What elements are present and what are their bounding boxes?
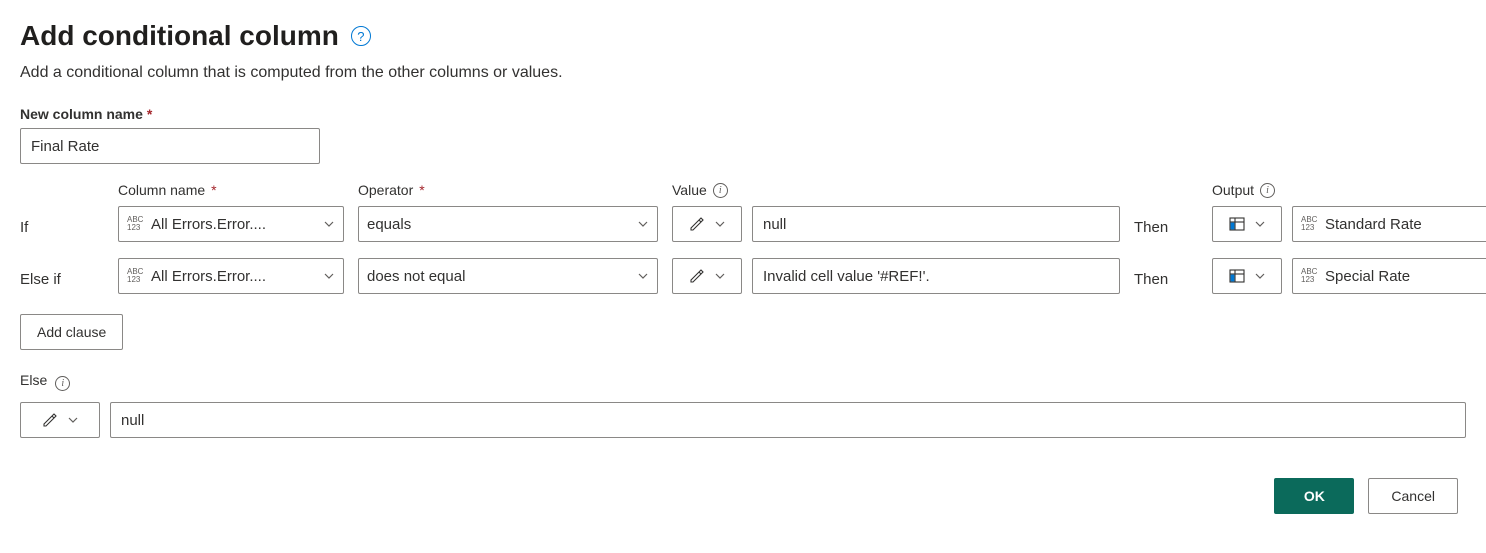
header-operator-text: Operator xyxy=(358,182,413,198)
abc123-icon: ABC123 xyxy=(127,216,145,232)
pencil-icon xyxy=(688,215,706,233)
header-output-text: Output xyxy=(1212,182,1254,198)
output-column-dropdown[interactable]: ABC123 Standard Rate xyxy=(1292,206,1486,242)
value-cell xyxy=(672,258,1120,294)
new-column-label-text: New column name xyxy=(20,106,143,122)
dialog-subtitle: Add a conditional column that is compute… xyxy=(20,64,1466,82)
operator-value: does not equal xyxy=(367,268,631,285)
then-label: Then xyxy=(1134,265,1198,288)
add-clause-button[interactable]: Add clause xyxy=(20,314,123,350)
new-column-input[interactable] xyxy=(20,128,320,164)
required-asterisk: * xyxy=(211,182,216,198)
operator-dropdown[interactable]: does not equal xyxy=(358,258,658,294)
chevron-down-icon xyxy=(1254,218,1266,230)
info-icon[interactable]: i xyxy=(1260,183,1275,198)
cancel-button[interactable]: Cancel xyxy=(1368,478,1458,514)
dialog-footer: OK Cancel xyxy=(20,478,1466,514)
value-cell xyxy=(672,206,1120,242)
else-type-picker[interactable] xyxy=(20,402,100,438)
abc123-icon: ABC123 xyxy=(127,268,145,284)
dialog-header: Add conditional column ? xyxy=(20,20,1466,52)
else-section: Else i xyxy=(20,372,1466,438)
abc123-icon: ABC123 xyxy=(1301,216,1319,232)
value-input[interactable] xyxy=(752,258,1120,294)
column-name-dropdown[interactable]: ABC123 All Errors.Error.... xyxy=(118,258,344,294)
pencil-icon xyxy=(41,411,59,429)
chevron-down-icon xyxy=(1254,270,1266,282)
chevron-down-icon xyxy=(323,218,335,230)
column-name-value: All Errors.Error.... xyxy=(151,216,317,233)
operator-dropdown[interactable]: equals xyxy=(358,206,658,242)
ok-button[interactable]: OK xyxy=(1274,478,1354,514)
column-select-icon xyxy=(1228,215,1246,233)
new-column-label: New column name * xyxy=(20,106,1466,122)
column-name-value: All Errors.Error.... xyxy=(151,268,317,285)
else-label: Else xyxy=(20,372,47,388)
chevron-down-icon xyxy=(637,218,649,230)
required-asterisk: * xyxy=(147,106,152,122)
required-asterisk: * xyxy=(419,182,424,198)
value-type-picker[interactable] xyxy=(672,258,742,294)
output-cell: ABC123 Standard Rate xyxy=(1212,206,1486,242)
output-type-picker[interactable] xyxy=(1212,206,1282,242)
new-column-field: New column name * xyxy=(20,106,1466,164)
operator-value: equals xyxy=(367,216,631,233)
clause-keyword: Else if xyxy=(20,265,104,288)
header-value: Value i xyxy=(672,182,1120,198)
abc123-icon: ABC123 xyxy=(1301,268,1319,284)
output-value: Special Rate xyxy=(1325,268,1486,285)
value-type-picker[interactable] xyxy=(672,206,742,242)
value-input[interactable] xyxy=(752,206,1120,242)
chevron-down-icon xyxy=(714,270,726,282)
info-icon[interactable]: i xyxy=(55,376,70,391)
header-operator: Operator * xyxy=(358,182,658,198)
info-icon[interactable]: i xyxy=(713,183,728,198)
header-column-name: Column name * xyxy=(118,182,344,198)
then-label: Then xyxy=(1134,213,1198,236)
dialog-title: Add conditional column xyxy=(20,20,339,52)
column-name-dropdown[interactable]: ABC123 All Errors.Error.... xyxy=(118,206,344,242)
chevron-down-icon xyxy=(323,270,335,282)
clause-keyword: If xyxy=(20,213,104,236)
output-cell: ABC123 Special Rate xyxy=(1212,258,1486,294)
output-column-dropdown[interactable]: ABC123 Special Rate xyxy=(1292,258,1486,294)
clause-row: Else if ABC123 All Errors.Error.... does… xyxy=(20,258,1466,294)
clause-row: If ABC123 All Errors.Error.... equals xyxy=(20,206,1466,242)
header-column-name-text: Column name xyxy=(118,182,205,198)
output-type-picker[interactable] xyxy=(1212,258,1282,294)
header-output: Output i xyxy=(1212,182,1486,198)
chevron-down-icon xyxy=(67,414,79,426)
else-value-input[interactable] xyxy=(110,402,1466,438)
header-value-text: Value xyxy=(672,182,707,198)
chevron-down-icon xyxy=(714,218,726,230)
rules-header-row: Column name * Operator * Value i Output … xyxy=(20,182,1466,198)
column-select-icon xyxy=(1228,267,1246,285)
rules-area: Column name * Operator * Value i Output … xyxy=(20,182,1466,438)
pencil-icon xyxy=(688,267,706,285)
output-value: Standard Rate xyxy=(1325,216,1486,233)
chevron-down-icon xyxy=(637,270,649,282)
help-icon[interactable]: ? xyxy=(351,26,371,46)
